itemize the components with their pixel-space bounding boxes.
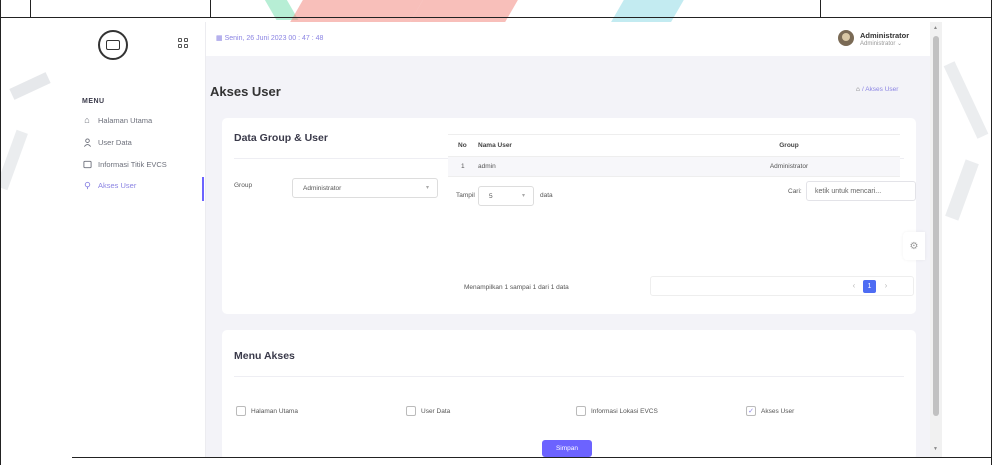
header-group[interactable]: Group [678,134,900,157]
checkbox-box-checked[interactable]: ✓ [746,406,756,416]
chevron-down-icon: ▾ [425,185,429,191]
watermark-shape [943,61,989,139]
avatar[interactable] [838,30,854,46]
checkbox-box[interactable] [576,406,586,416]
cell-group: Administrator [678,156,900,177]
search-input[interactable]: ketik untuk mencari... [806,181,916,201]
topbar: ▦ Senin, 26 Juni 2023 00 : 47 : 48 Admin… [206,22,930,56]
watermark-shape [9,72,51,100]
sidebar-item-label: Akses User [98,180,137,190]
divider [234,376,904,377]
gear-icon[interactable]: ⚙ [903,232,925,260]
table-header-row: No Nama User Group [448,134,900,157]
checkbox-box[interactable] [406,406,416,416]
active-indicator [202,177,204,201]
header-no[interactable]: No [448,134,478,157]
user-table: No Nama User Group 1 admin Administrator [448,134,900,177]
sidebar-item-akses-user[interactable]: Akses User [82,177,206,193]
user-name[interactable]: Administrator [860,31,909,40]
card-title: Menu Akses [234,350,295,362]
cell-no: 1 [448,156,478,177]
frame-top [0,0,992,18]
checkbox-halaman-utama[interactable]: Halaman Utama [236,406,298,416]
sidebar-item-label: Informasi Titik EVCS [98,159,167,169]
frame-bottom [72,457,992,458]
scrollbar[interactable]: ▲ ▼ [930,22,942,457]
header-nama-user[interactable]: Nama User [478,134,678,157]
app-logo[interactable] [98,30,128,60]
user-role[interactable]: Administrator ⌄ [860,40,902,47]
table-row[interactable]: 1 admin Administrator [448,156,900,177]
frame-left [0,0,1,465]
datetime-display: ▦ Senin, 26 Juni 2023 00 : 47 : 48 [216,35,324,42]
scroll-down-icon[interactable]: ▼ [933,446,938,452]
save-button[interactable]: Simpan [542,440,592,457]
sidebar: MENU ⌂ Halaman Utama User Data Informasi… [72,22,206,457]
menu-title: MENU [82,98,105,105]
sidebar-item-label: Halaman Utama [98,115,153,125]
calendar-icon: ▦ [216,35,223,42]
home-icon: ⌂ [84,115,90,125]
cell-name: admin [478,156,678,177]
tablet-icon [82,159,92,169]
group-label: Group [234,182,253,189]
scrollbar-thumb[interactable] [933,36,939,416]
user-icon [82,137,92,147]
home-icon[interactable]: ⌂ [856,86,860,93]
chevron-down-icon: ▾ [521,193,525,199]
show-label: Tampil [456,192,475,199]
show-suffix: data [540,192,553,199]
checkbox-akses-user[interactable]: ✓ Akses User [746,406,794,416]
sidebar-item-user-data[interactable]: User Data [82,134,206,150]
next-page-button[interactable]: › [881,281,891,293]
watermark-shape [945,159,979,221]
breadcrumb: ⌂ / Akses User [856,86,899,93]
sidebar-item-halaman-utama[interactable]: ⌂ Halaman Utama [82,112,206,128]
sidebar-item-label: User Data [98,137,132,147]
search-label: Cari: [788,188,802,195]
grid-menu-icon[interactable] [178,38,188,48]
key-icon [82,180,92,190]
checkbox-user-data[interactable]: User Data [406,406,450,416]
watermark-shape [0,129,28,191]
table-info: Menampilkan 1 sampai 1 dari 1 data [464,284,569,291]
page-title: Akses User [210,84,281,99]
scroll-up-icon[interactable]: ▲ [933,25,938,31]
group-select[interactable]: Administrator ▾ [292,178,438,198]
page-1-button[interactable]: 1 [863,280,876,293]
checkbox-box[interactable] [236,406,246,416]
page-size-select[interactable]: 5 ▾ [478,186,534,206]
checkbox-informasi-lokasi-evcs[interactable]: Informasi Lokasi EVCS [576,406,658,416]
previous-page-button[interactable]: ‹ [849,281,859,293]
card-title: Data Group & User [234,132,328,144]
sidebar-item-informasi-titik-evcs[interactable]: Informasi Titik EVCS [82,156,206,172]
main-content: ▦ Senin, 26 Juni 2023 00 : 47 : 48 Admin… [206,22,930,460]
pagination: ‹ 1 › [650,276,914,296]
